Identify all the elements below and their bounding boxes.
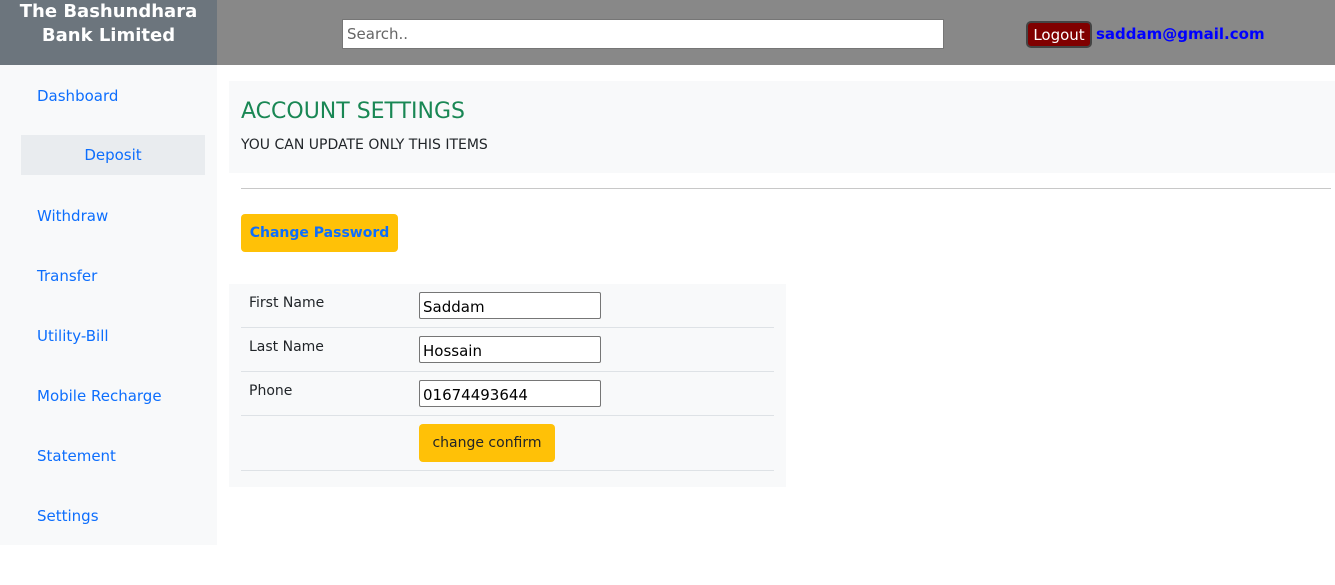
sidebar-item-deposit[interactable]: Deposit bbox=[21, 135, 205, 175]
form-row-first-name: First Name bbox=[241, 284, 774, 328]
change-confirm-button[interactable]: change confirm bbox=[419, 424, 555, 462]
sidebar: Dashboard Deposit Withdraw Transfer Util… bbox=[0, 65, 217, 545]
form-row-actions: change confirm bbox=[241, 416, 774, 471]
last-name-input[interactable] bbox=[419, 336, 601, 363]
sidebar-item-mobile-recharge[interactable]: Mobile Recharge bbox=[37, 387, 162, 405]
phone-label: Phone bbox=[249, 383, 293, 399]
user-email: saddam@gmail.com bbox=[1096, 25, 1265, 43]
sidebar-item-statement[interactable]: Statement bbox=[37, 447, 116, 465]
divider bbox=[241, 188, 1331, 189]
profile-form: First Name Last Name Phone change confir… bbox=[229, 284, 786, 487]
sidebar-item-withdraw[interactable]: Withdraw bbox=[37, 207, 108, 225]
sidebar-item-settings[interactable]: Settings bbox=[37, 507, 99, 525]
page-title: ACCOUNT SETTINGS bbox=[241, 99, 466, 124]
sidebar-item-dashboard[interactable]: Dashboard bbox=[37, 87, 118, 105]
phone-input[interactable] bbox=[419, 380, 601, 407]
first-name-label: First Name bbox=[249, 295, 325, 311]
bank-brand: The Bashundhara Bank Limited bbox=[0, 0, 217, 65]
search-input[interactable] bbox=[342, 19, 944, 49]
last-name-label: Last Name bbox=[249, 339, 324, 355]
logout-button[interactable]: Logout bbox=[1026, 21, 1092, 48]
page-subtitle: YOU CAN UPDATE ONLY THIS ITEMS bbox=[241, 137, 488, 153]
change-password-button[interactable]: Change Password bbox=[241, 214, 398, 252]
sidebar-item-transfer[interactable]: Transfer bbox=[37, 267, 97, 285]
sidebar-item-utility-bill[interactable]: Utility-Bill bbox=[37, 327, 109, 345]
settings-header-panel bbox=[229, 81, 1335, 173]
first-name-input[interactable] bbox=[419, 292, 601, 319]
form-row-last-name: Last Name bbox=[241, 328, 774, 372]
form-row-phone: Phone bbox=[241, 372, 774, 416]
